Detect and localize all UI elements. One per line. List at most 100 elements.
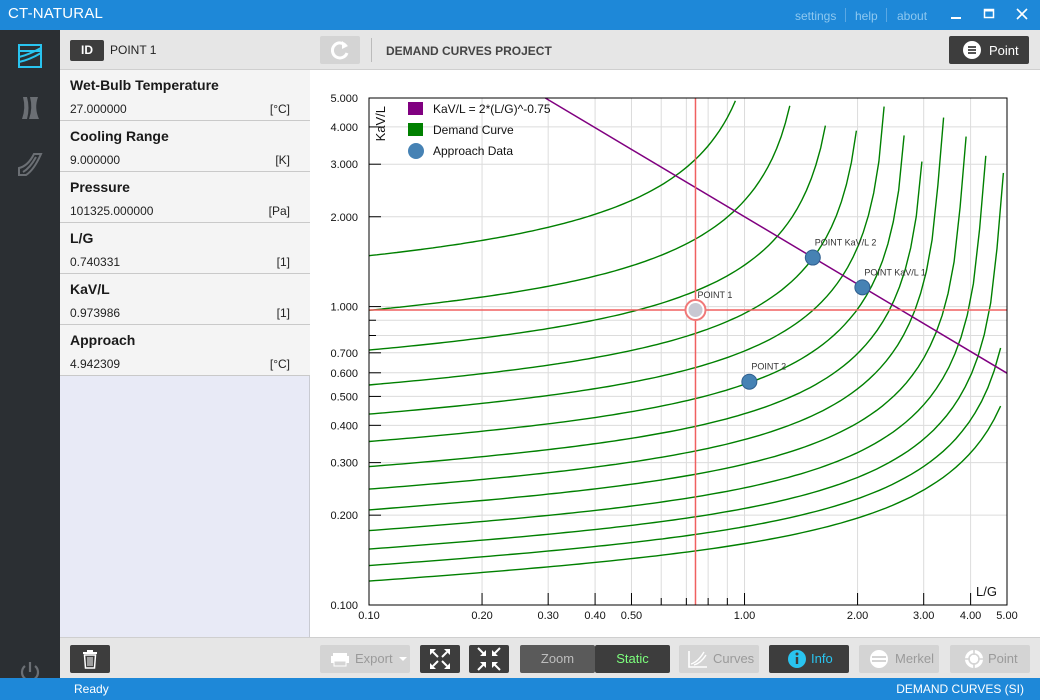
bottom-toolbar: Export Zoom Static Curves Info Merkel Po… xyxy=(310,637,1040,678)
merkel-icon xyxy=(870,650,888,668)
tower-glyph xyxy=(22,97,39,119)
point-button-label: Point xyxy=(989,43,1019,58)
minimize-glyph xyxy=(951,17,961,19)
point-button[interactable]: Point xyxy=(949,36,1029,64)
point-label: POINT 1 xyxy=(697,290,732,300)
approach-points: POINT 1 POINT 2 POINT KaV/L 1 POINT KaV/L 2 xyxy=(684,238,926,390)
demand-curve-chart[interactable]: POINT 1 POINT 2 POINT KaV/L 1 POINT KaV/L 2… xyxy=(310,70,1040,637)
property-name: Approach xyxy=(70,332,136,348)
approach-point-marker xyxy=(854,279,871,296)
legend-label: Demand Curve xyxy=(433,123,514,137)
property-kav-l[interactable]: KaV/L 0.973986 [1] xyxy=(60,274,310,325)
y-tick-label: 4.000 xyxy=(330,122,358,134)
project-title: DEMAND CURVES PROJECT xyxy=(386,44,552,58)
minimize-icon[interactable] xyxy=(948,6,964,22)
header-separator xyxy=(371,38,372,62)
merkel-button[interactable]: Merkel xyxy=(859,645,939,673)
x-tick-label: 0.10 xyxy=(358,610,379,622)
x-tick-label: 1.00 xyxy=(734,610,755,622)
navigation-rail xyxy=(0,30,60,682)
demand-curve xyxy=(368,347,1002,567)
app-title: CT-NATURAL xyxy=(8,5,104,22)
merkel-label: Merkel xyxy=(895,651,935,666)
add-point-button[interactable]: Point xyxy=(950,645,1030,673)
demand-curve xyxy=(368,130,858,386)
refresh-button[interactable] xyxy=(320,36,360,64)
tower-icon[interactable] xyxy=(14,92,46,124)
chart-grid xyxy=(369,98,1007,605)
zoom-to-fit-button[interactable] xyxy=(420,645,460,673)
demand-curves-glyph xyxy=(18,44,42,68)
selected-point-marker xyxy=(688,302,703,317)
crosshair xyxy=(369,98,1007,605)
kavl-line xyxy=(544,97,1008,374)
property-wet-bulb-temperature[interactable]: Wet-Bulb Temperature 27.000000 [°C] xyxy=(60,70,310,121)
info-label: Info xyxy=(811,651,833,666)
y-tick-label: 2.000 xyxy=(330,212,358,224)
point-name: POINT 1 xyxy=(110,43,157,57)
delete-point-button[interactable] xyxy=(70,645,110,673)
zoom-reset-button[interactable] xyxy=(469,645,509,673)
property-value: 27.000000 xyxy=(70,102,127,116)
demand-curves-icon[interactable] xyxy=(14,40,46,72)
approach-point-marker xyxy=(741,373,758,390)
property-unit: [1] xyxy=(276,255,290,269)
zoom-mode-toggle[interactable]: Zoom xyxy=(520,645,595,673)
x-tick-label: 0.20 xyxy=(471,610,492,622)
y-tick-label: 0.500 xyxy=(330,391,358,403)
menu-separator xyxy=(845,8,846,22)
static-mode-toggle[interactable]: Static xyxy=(595,645,670,673)
property-pressure[interactable]: Pressure 101325.000000 [Pa] xyxy=(60,172,310,223)
kavl-line-path xyxy=(544,97,1008,374)
list-icon xyxy=(963,41,981,59)
id-badge: ID xyxy=(70,40,104,61)
menu-about[interactable]: about xyxy=(897,9,927,23)
point-label: Point xyxy=(988,651,1018,666)
static-label: Static xyxy=(616,651,649,666)
compress-icon xyxy=(477,647,501,671)
status-bar: Ready DEMAND CURVES (SI) xyxy=(0,678,1040,700)
property-l-g[interactable]: L/G 0.740331 [1] xyxy=(60,223,310,274)
printer-icon xyxy=(331,653,349,667)
property-unit: [Pa] xyxy=(268,204,290,218)
y-tick-label: 0.300 xyxy=(330,458,358,470)
refresh-icon xyxy=(331,41,349,60)
list-glyph xyxy=(968,46,976,54)
expand-icon xyxy=(430,649,450,669)
export-button[interactable]: Export xyxy=(320,645,410,673)
property-name: L/G xyxy=(70,230,94,246)
maximize-glyph xyxy=(983,8,995,19)
y-tick-label: 0.200 xyxy=(330,510,358,522)
property-approach[interactable]: Approach 4.942309 [°C] xyxy=(60,325,310,376)
demand-curve xyxy=(368,136,967,511)
menu-settings[interactable]: settings xyxy=(795,9,836,23)
chart-legend: KaV/L = 2*(L/G)^-0.75 Demand Curve Approac… xyxy=(408,102,551,159)
maximize-icon[interactable] xyxy=(981,6,997,22)
trash-icon xyxy=(83,650,97,669)
legend-label: Approach Data xyxy=(433,144,513,158)
property-name: Pressure xyxy=(70,179,130,195)
property-cooling-range[interactable]: Cooling Range 9.000000 [K] xyxy=(60,121,310,172)
x-tick-label: 0.50 xyxy=(621,610,642,622)
y-tick-label: 0.400 xyxy=(330,420,358,432)
curve-fill-icon[interactable] xyxy=(14,148,46,180)
properties-sidebar: ID POINT 1 Wet-Bulb Temperature 27.00000… xyxy=(60,30,310,678)
property-name: KaV/L xyxy=(70,281,110,297)
point-label: POINT KaV/L 1 xyxy=(864,267,926,277)
property-value: 4.942309 xyxy=(70,357,121,371)
property-name: Wet-Bulb Temperature xyxy=(70,77,219,93)
close-icon[interactable] xyxy=(1014,6,1030,22)
x-tick-label: 5.00 xyxy=(996,610,1017,622)
legend-label: KaV/L = 2*(L/G)^-0.75 xyxy=(433,102,551,116)
approach-point-marker xyxy=(804,249,821,266)
curves-button[interactable]: Curves xyxy=(679,645,759,673)
info-button[interactable]: Info xyxy=(769,645,849,673)
property-value: 9.000000 xyxy=(70,153,121,167)
x-tick-label: 0.40 xyxy=(584,610,605,622)
chart-svg[interactable]: POINT 1 POINT 2 POINT KaV/L 1 POINT KaV/L 2… xyxy=(310,70,1040,637)
y-tick-label: 0.600 xyxy=(330,368,358,380)
menu-help[interactable]: help xyxy=(855,9,878,23)
info-icon xyxy=(788,650,806,668)
main-header: DEMAND CURVES PROJECT Point xyxy=(310,30,1040,70)
property-unit: [°C] xyxy=(269,357,290,371)
